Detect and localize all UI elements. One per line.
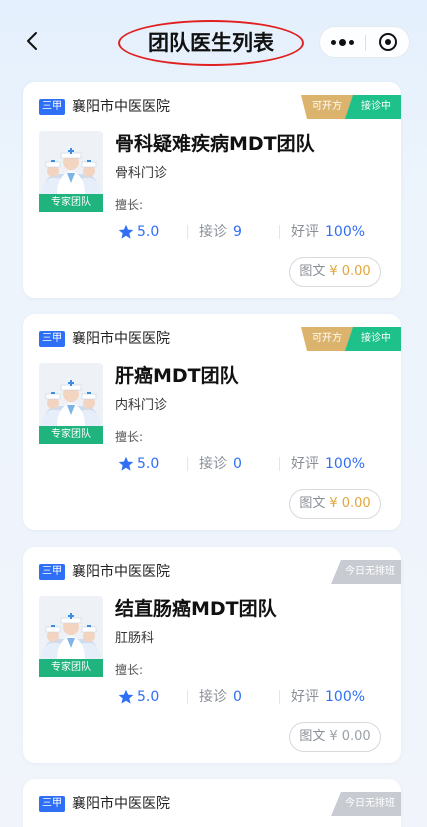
hospital-name: 襄阳市中医医院	[72, 564, 170, 580]
doctors-team-icon	[39, 596, 103, 659]
text-consult-button[interactable]: 图文 ¥ 0.00	[289, 257, 381, 287]
praise-value: 100%	[325, 456, 366, 472]
stat-divider	[187, 690, 188, 704]
doctors-team-icon	[39, 131, 103, 194]
hospital-name: 襄阳市中医医院	[72, 331, 170, 347]
status-tag: 今日无排班	[331, 560, 401, 584]
text-consult-button[interactable]: 图文 ¥ 0.00	[289, 489, 381, 519]
consult-price: ¥ 0.00	[329, 264, 371, 279]
praise-label: 好评	[291, 224, 319, 240]
department: 肛肠科	[115, 631, 155, 646]
team-avatar	[39, 596, 103, 659]
praise-label: 好评	[291, 689, 319, 705]
text-consult-button[interactable]: 图文 ¥ 0.00	[289, 722, 381, 752]
visits-label: 接诊	[199, 689, 227, 705]
team-card[interactable]: 三甲 襄阳市中医医院 今日无排班 专家团队 结直肠癌MDT团队 肛肠科 擅长: …	[23, 547, 401, 763]
star-icon	[118, 224, 134, 239]
praise-label: 好评	[291, 456, 319, 472]
team-card[interactable]: 三甲 襄阳市中医医院 可开方 接诊中 专家团队 骨科疑难疾病MDT团队 骨科门诊…	[23, 82, 401, 298]
team-card[interactable]: 三甲 襄阳市中医医院 可开方 接诊中 专家团队 肝癌MDT团队 内科门诊 擅长:…	[23, 314, 401, 530]
specialty-label: 擅长:	[115, 663, 144, 677]
rating-value: 5.0	[137, 456, 160, 472]
stat-divider	[279, 690, 280, 704]
status-tag: 接诊中	[345, 95, 401, 119]
specialty-label: 擅长:	[115, 430, 144, 444]
specialty-label: 擅长:	[115, 198, 144, 212]
team-name: 骨科疑难疾病MDT团队	[115, 133, 315, 155]
visits-value: 9	[233, 224, 242, 240]
status-tag: 接诊中	[345, 327, 401, 351]
rating-value: 5.0	[137, 224, 160, 240]
visits-value: 0	[233, 456, 242, 472]
hospital-name: 襄阳市中医医院	[72, 796, 170, 812]
expert-team-tag: 专家团队	[39, 426, 103, 444]
consult-type: 图文	[299, 496, 326, 511]
team-name: 肝癌MDT团队	[115, 365, 239, 387]
doctors-team-icon	[39, 363, 103, 426]
hospital-name: 襄阳市中医医院	[72, 99, 170, 115]
hospital-level-badge: 三甲	[39, 99, 65, 115]
expert-team-tag: 专家团队	[39, 659, 103, 677]
prescription-tag: 可开方	[301, 327, 353, 351]
hospital-level-badge: 三甲	[39, 796, 65, 812]
stats-row: 5.0 接诊 0 好评 100%	[115, 453, 395, 475]
stat-divider	[279, 457, 280, 471]
rating-value: 5.0	[137, 689, 160, 705]
team-avatar	[39, 131, 103, 194]
hospital-level-badge: 三甲	[39, 331, 65, 347]
consult-type: 图文	[299, 729, 326, 744]
consult-type: 图文	[299, 264, 326, 279]
star-icon	[118, 456, 134, 471]
department: 骨科门诊	[115, 166, 168, 181]
prescription-tag: 可开方	[301, 95, 353, 119]
stats-row: 5.0 接诊 9 好评 100%	[115, 221, 395, 243]
visits-value: 0	[233, 689, 242, 705]
department: 内科门诊	[115, 398, 168, 413]
team-name: 结直肠癌MDT团队	[115, 598, 277, 620]
team-card[interactable]: 三甲 襄阳市中医医院 今日无排班	[23, 779, 401, 827]
stats-row: 5.0 接诊 0 好评 100%	[115, 686, 395, 708]
visits-label: 接诊	[199, 456, 227, 472]
star-icon	[118, 689, 134, 704]
praise-value: 100%	[325, 224, 366, 240]
stat-divider	[187, 457, 188, 471]
visits-label: 接诊	[199, 224, 227, 240]
stat-divider	[279, 225, 280, 239]
team-avatar	[39, 363, 103, 426]
stat-divider	[187, 225, 188, 239]
consult-price: ¥ 0.00	[329, 729, 371, 744]
status-tag: 今日无排班	[331, 792, 401, 816]
consult-price: ¥ 0.00	[329, 496, 371, 511]
expert-team-tag: 专家团队	[39, 194, 103, 212]
team-list: 三甲 襄阳市中医医院 可开方 接诊中 专家团队 骨科疑难疾病MDT团队 骨科门诊…	[0, 0, 427, 827]
hospital-level-badge: 三甲	[39, 564, 65, 580]
praise-value: 100%	[325, 689, 366, 705]
